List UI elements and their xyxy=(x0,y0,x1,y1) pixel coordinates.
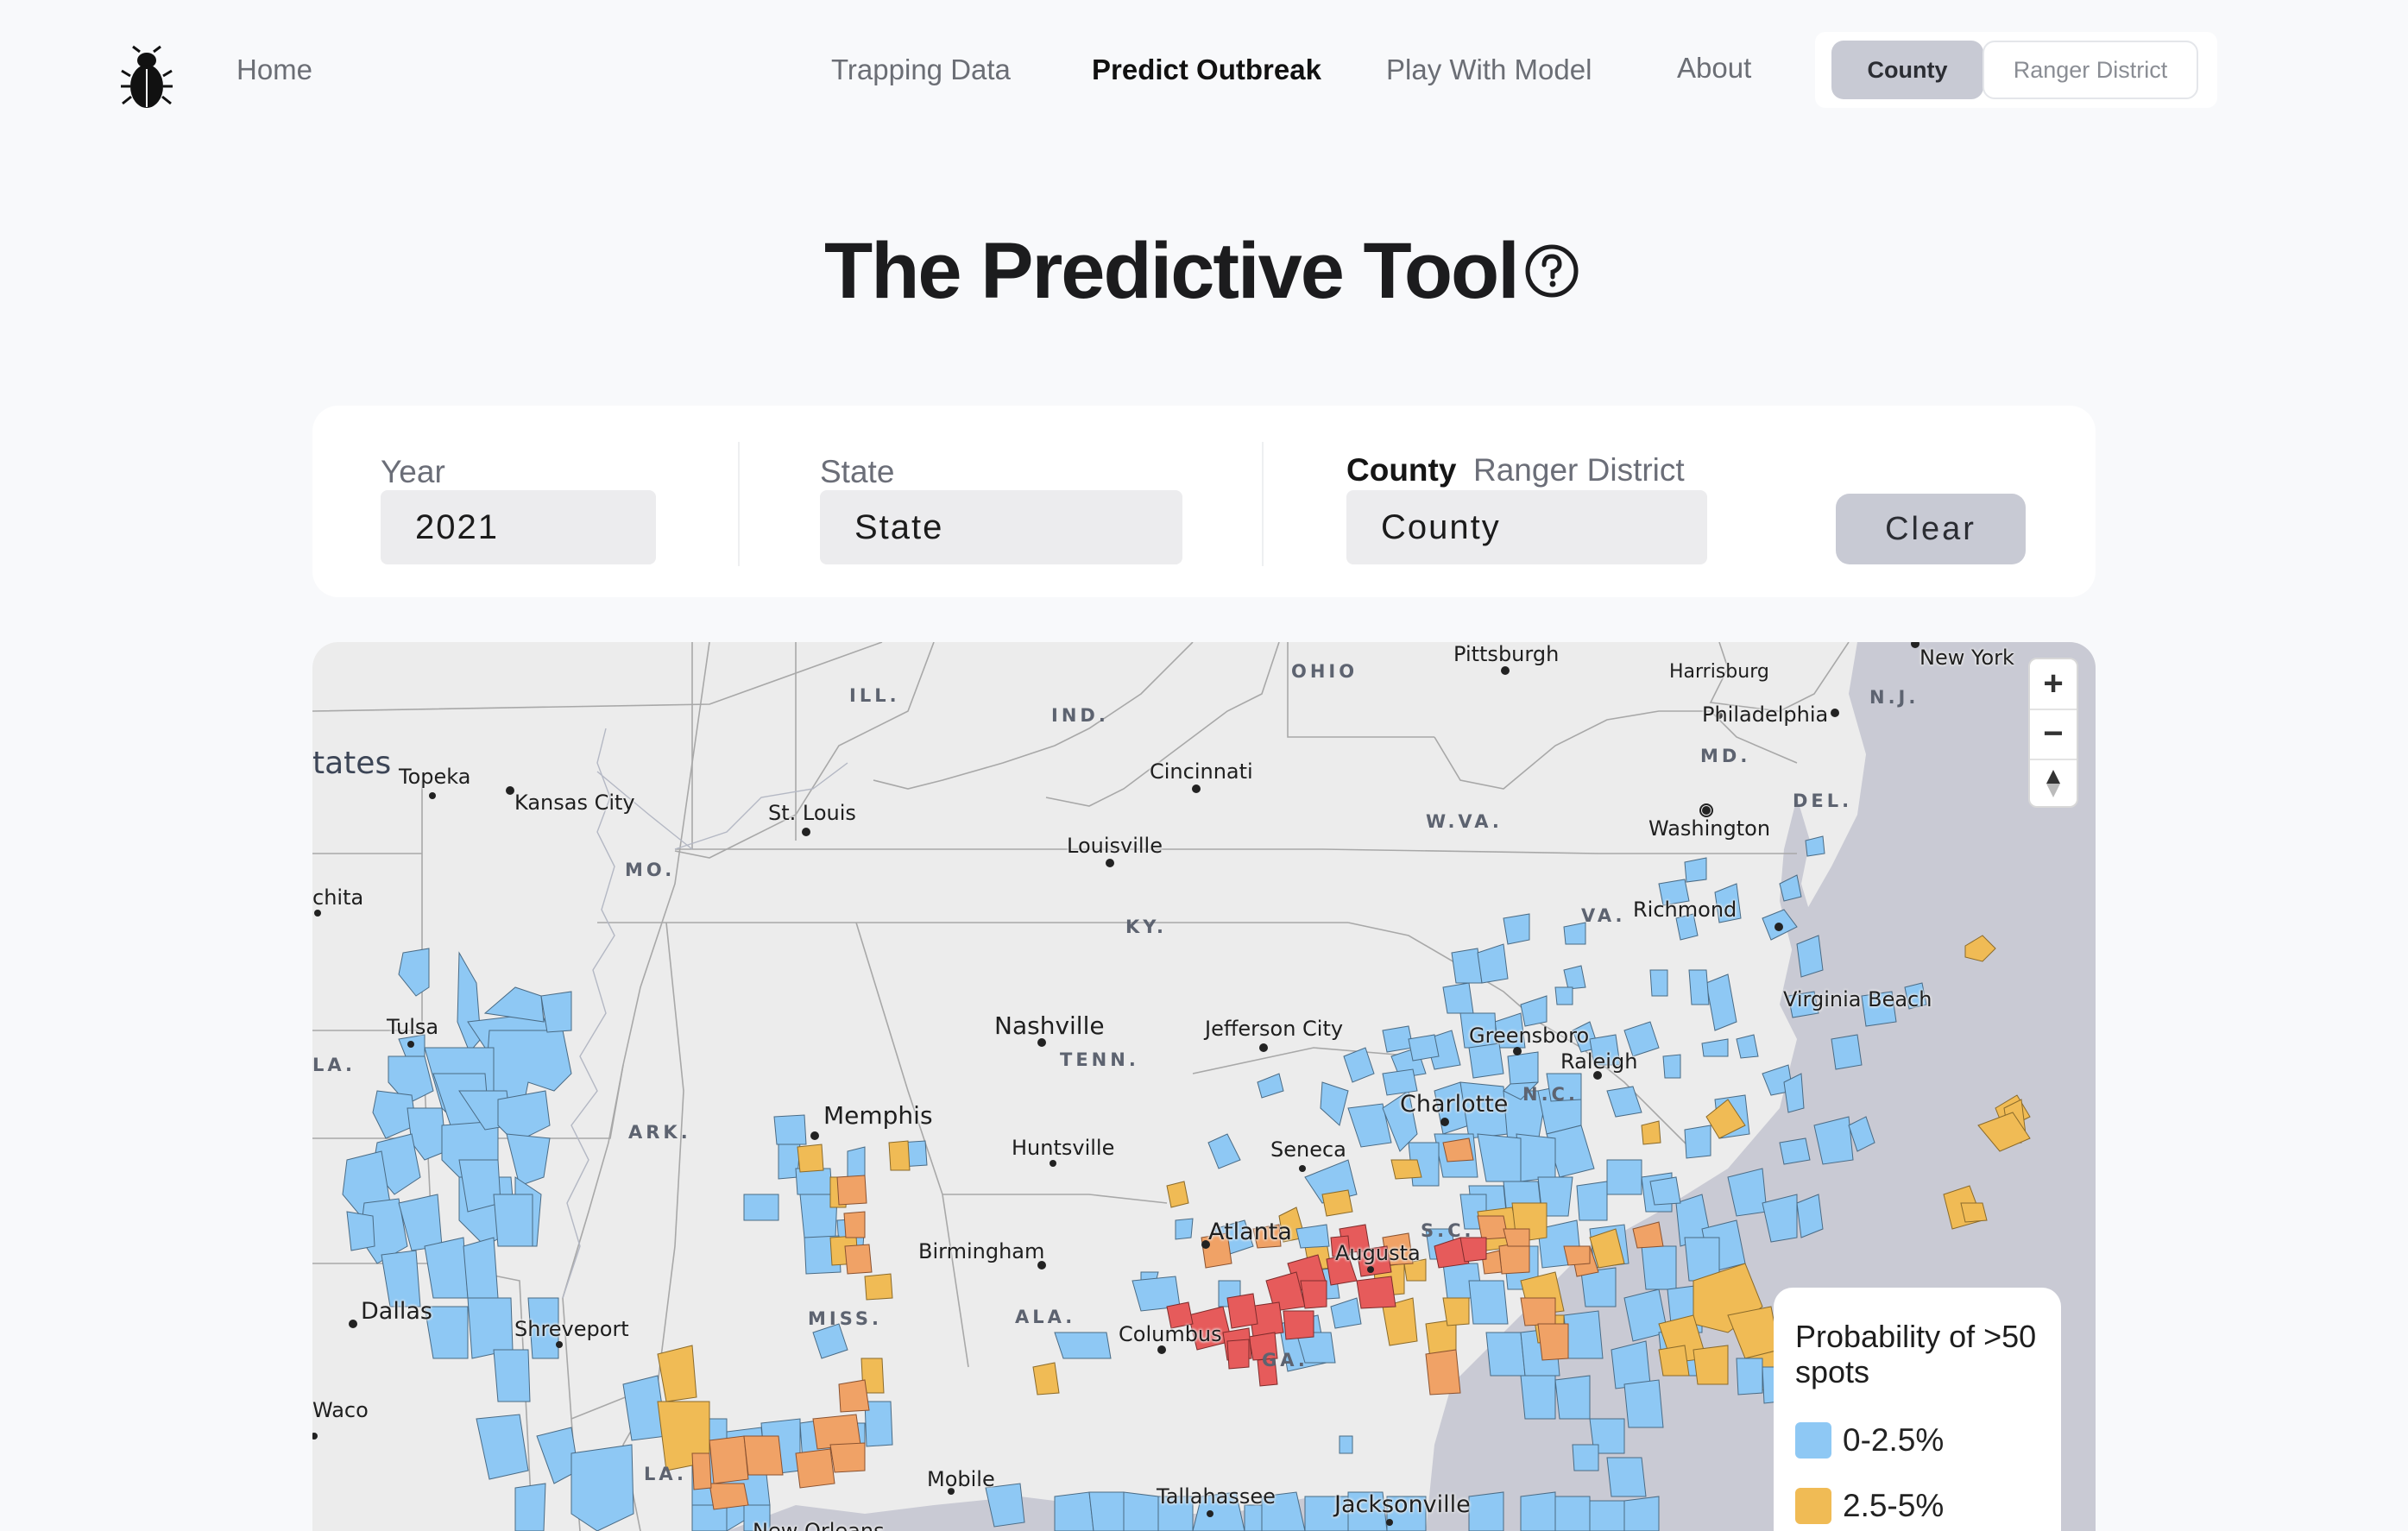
filter-divider xyxy=(1262,442,1264,566)
legend-title: Probability of >50 spots xyxy=(1795,1319,2037,1389)
zoom-in-button[interactable]: + xyxy=(2030,659,2077,708)
map-label-ky: KY. xyxy=(1125,917,1167,937)
city-columbus: Columbus xyxy=(1119,1322,1222,1346)
region-type-toggle: County Ranger District xyxy=(1815,32,2217,108)
map-label-nc: N.C. xyxy=(1522,1084,1579,1105)
map-label-md: MD. xyxy=(1700,746,1751,766)
city-harrisburg: Harrisburg xyxy=(1669,661,1769,683)
zoom-controls: + − xyxy=(2028,658,2078,808)
year-select[interactable]: 2021 xyxy=(381,490,656,564)
legend-swatch-mid xyxy=(1795,1488,1831,1524)
map-label-ill: ILL. xyxy=(849,685,900,706)
help-icon[interactable] xyxy=(1524,243,1579,299)
map-label-ohio: OHIO xyxy=(1291,661,1358,682)
city-raleigh: Raleigh xyxy=(1560,1049,1638,1074)
map-label-ark: ARK. xyxy=(628,1122,691,1143)
beetle-logo-icon[interactable] xyxy=(119,45,174,110)
city-memphis: Memphis xyxy=(823,1101,933,1130)
map-legend: Probability of >50 spots 0-2.5% 2.5-5% xyxy=(1774,1288,2061,1531)
map-label-ind: IND. xyxy=(1051,705,1109,726)
city-cincinnati: Cincinnati xyxy=(1150,759,1253,784)
county-select[interactable]: County xyxy=(1346,490,1707,564)
toggle-ranger-district-button[interactable]: Ranger District xyxy=(1983,41,2198,99)
city-waco: Waco xyxy=(312,1398,369,1422)
county-mode-label[interactable]: County xyxy=(1346,452,1456,488)
city-jefferson-city: Jefferson City xyxy=(1205,1017,1344,1041)
map-label-wva: W.VA. xyxy=(1426,811,1503,832)
nav-home[interactable]: Home xyxy=(236,54,312,86)
map-label-ala: ALA. xyxy=(1015,1307,1076,1327)
city-charlotte: Charlotte xyxy=(1400,1091,1509,1118)
nav-trapping-data[interactable]: Trapping Data xyxy=(831,54,1011,86)
map-label-ga: GA. xyxy=(1262,1350,1308,1370)
city-washington: Washington xyxy=(1648,816,1771,841)
map-label-mo: MO. xyxy=(625,860,676,880)
city-st-louis: St. Louis xyxy=(768,801,856,825)
city-huntsville: Huntsville xyxy=(1012,1136,1115,1160)
city-birmingham: Birmingham xyxy=(918,1239,1045,1263)
map-label-sc: S.C. xyxy=(1421,1220,1475,1241)
state-label: State xyxy=(820,454,895,489)
map-label-del: DEL. xyxy=(1793,791,1853,811)
city-philadelphia: Philadelphia xyxy=(1702,702,1829,727)
city-mobile: Mobile xyxy=(927,1467,995,1491)
map-label-la: LA. xyxy=(312,1055,356,1075)
legend-item-low: 0-2.5% xyxy=(1843,1422,1945,1458)
nav-about[interactable]: About xyxy=(1677,52,1751,85)
clear-button[interactable]: Clear xyxy=(1836,494,2026,564)
city-greensboro: Greensboro xyxy=(1469,1024,1590,1048)
nav-predict-outbreak[interactable]: Predict Outbreak xyxy=(1092,54,1321,86)
filter-divider xyxy=(738,442,740,566)
map-label-states: tates xyxy=(312,746,392,781)
city-augusta: Augusta xyxy=(1335,1241,1421,1265)
map-label-la2: LA. xyxy=(644,1464,688,1484)
map-label-va: VA. xyxy=(1581,905,1626,926)
map-label-tenn: TENN. xyxy=(1060,1049,1139,1070)
page-title: The Predictive Tool xyxy=(824,227,1520,315)
city-louisville: Louisville xyxy=(1067,834,1163,858)
legend-swatch-low xyxy=(1795,1422,1831,1459)
city-atlanta: Atlanta xyxy=(1208,1219,1292,1245)
map-label-nj: N.J. xyxy=(1869,687,1919,708)
city-jacksonville: Jacksonville xyxy=(1334,1491,1471,1518)
compass-icon xyxy=(2046,770,2060,797)
year-label: Year xyxy=(381,454,445,489)
compass-reset-button[interactable] xyxy=(2030,759,2077,808)
city-shreveport: Shreveport xyxy=(514,1317,629,1341)
state-select[interactable]: State xyxy=(820,490,1182,564)
city-new-orleans: New Orleans xyxy=(753,1519,885,1531)
top-nav: Home Trapping Data Predict Outbreak Play… xyxy=(0,0,2408,147)
city-virginia-beach: Virginia Beach xyxy=(1783,987,1932,1011)
city-richmond: Richmond xyxy=(1633,898,1737,922)
city-wichita: chita xyxy=(312,885,364,910)
city-new-york: New York xyxy=(1919,646,2014,670)
zoom-out-button[interactable]: − xyxy=(2030,709,2077,758)
city-topeka: Topeka xyxy=(399,765,471,789)
toggle-county-button[interactable]: County xyxy=(1831,41,1983,99)
city-tulsa: Tulsa xyxy=(387,1015,439,1039)
city-pittsburgh: Pittsburgh xyxy=(1453,642,1560,666)
ranger-district-mode-label[interactable]: Ranger District xyxy=(1473,452,1685,488)
city-tallahassee: Tallahassee xyxy=(1157,1484,1276,1509)
legend-item-mid: 2.5-5% xyxy=(1843,1488,1945,1523)
city-seneca: Seneca xyxy=(1270,1137,1346,1162)
map-label-miss: MISS. xyxy=(808,1308,882,1329)
city-nashville: Nashville xyxy=(994,1011,1105,1040)
nav-play-with-model[interactable]: Play With Model xyxy=(1386,54,1592,86)
city-kansas-city: Kansas City xyxy=(514,791,635,815)
city-dallas: Dallas xyxy=(361,1298,432,1325)
